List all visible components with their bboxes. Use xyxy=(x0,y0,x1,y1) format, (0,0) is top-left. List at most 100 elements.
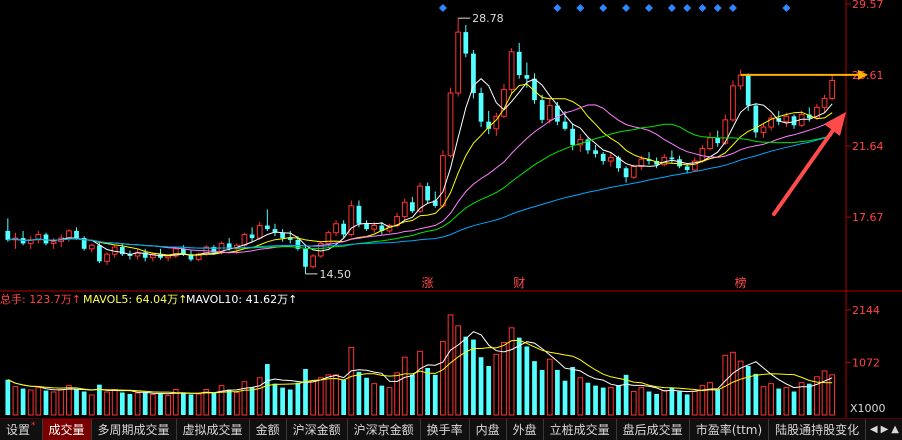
candle-body-down xyxy=(356,205,362,224)
high-price-label: 28.78 xyxy=(472,12,504,25)
tab-5[interactable]: 沪深金额 xyxy=(287,419,348,440)
event-label: 涨 xyxy=(422,275,434,290)
volume-bar-up xyxy=(661,390,668,416)
event-label: 榜 xyxy=(735,275,747,290)
volume-bar-down xyxy=(356,371,362,415)
ma10-line xyxy=(7,83,833,256)
volume-bar-down xyxy=(524,346,530,415)
candle-body-down xyxy=(341,223,347,235)
tab-12[interactable]: 市盈率(ttm) xyxy=(690,419,770,440)
volume-bar-down xyxy=(425,367,430,415)
candle-body-up xyxy=(607,156,614,162)
candle-body-up xyxy=(165,255,171,259)
volume-bar-up xyxy=(218,385,225,416)
volume-bar-up xyxy=(195,393,202,416)
volume-bar-up xyxy=(386,387,393,416)
volume-bar-up xyxy=(455,325,462,416)
volume-bar-down xyxy=(776,388,782,415)
volume-bar-up xyxy=(417,350,423,416)
candle-body-down xyxy=(43,234,49,244)
volume-bar-down xyxy=(570,367,576,415)
candle-body-down xyxy=(539,100,545,120)
volume-bar-down xyxy=(379,385,385,415)
candle-body-up xyxy=(783,115,790,123)
candle-body-up xyxy=(760,126,767,133)
volume-bar-down xyxy=(654,393,659,415)
volume-bar-up xyxy=(546,358,553,416)
volume-bar-down xyxy=(20,388,26,415)
candle-body-down xyxy=(600,153,606,162)
candle-body-down xyxy=(364,223,369,230)
volume-bar-down xyxy=(600,387,606,415)
volume-bar-down xyxy=(646,391,652,415)
volume-bar-down xyxy=(593,385,598,415)
kline-chart[interactable]: 29.5725.6121.6417.6721441072X1000 28.781… xyxy=(0,0,902,418)
volume-bar-down xyxy=(677,391,682,415)
candle-body-up xyxy=(333,223,339,234)
tab-1[interactable]: 成交量 xyxy=(42,419,92,440)
candle-body-up xyxy=(821,97,828,108)
tab-label: 金额 xyxy=(255,423,280,437)
volume-bar-up xyxy=(88,394,95,416)
volume-bar-up xyxy=(165,394,171,416)
volume-bar-down xyxy=(249,387,255,415)
event-marker-icon xyxy=(644,4,653,12)
tab-label: 设置 xyxy=(6,423,31,437)
candle-body-down xyxy=(593,150,598,154)
volume-bar-down xyxy=(287,389,293,415)
volume-bar-down xyxy=(585,382,591,415)
tab-3[interactable]: 虚拟成交量 xyxy=(177,419,250,440)
volume-bar-down xyxy=(303,368,308,415)
tab-10[interactable]: 立桩成交量 xyxy=(544,419,617,440)
event-marker-icon xyxy=(438,4,447,12)
candle-body-down xyxy=(623,168,629,178)
volume-bar-down xyxy=(516,337,522,415)
candle-body-up xyxy=(50,241,57,244)
tab-label: 立桩成交量 xyxy=(549,423,610,437)
volume-bar-up xyxy=(493,353,500,416)
volume-bar-down xyxy=(478,357,484,415)
volume-bar-up xyxy=(401,356,408,416)
scroll-right-icon[interactable]: ▶ xyxy=(881,424,889,435)
volume-bar-up xyxy=(256,377,263,416)
tab-8[interactable]: 内盘 xyxy=(470,419,507,440)
volume-bar-down xyxy=(74,389,79,415)
tab-7[interactable]: 换手率 xyxy=(421,419,470,440)
tab-2[interactable]: 多周期成交量 xyxy=(92,419,177,440)
red-arrow-shaft xyxy=(772,124,838,216)
volume-bar-down xyxy=(5,379,11,415)
tab-label: 沪深金额 xyxy=(292,423,341,437)
candle-body-up xyxy=(730,85,736,121)
volume-bar-up xyxy=(760,386,767,416)
tab-6[interactable]: 沪深京金额 xyxy=(348,419,421,440)
volume-bar-down xyxy=(280,387,285,415)
indicator-tab-bar: 设置 * 成交量 多周期成交量 虚拟成交量 金额 沪深金额 沪深京金额 换手率 内盘 外盘 立桩成交量… xyxy=(0,418,902,440)
candle-body-down xyxy=(74,230,79,239)
tab-11[interactable]: 盘后成交量 xyxy=(617,419,690,440)
tab-0[interactable]: 设置 * xyxy=(0,419,43,440)
candle-body-down xyxy=(287,238,293,240)
volume-bar-up xyxy=(66,385,72,416)
volume-bar-up xyxy=(394,372,400,416)
candle-body-down xyxy=(745,75,751,106)
moving-average-lines xyxy=(7,78,833,257)
tab-label: 沪深京金额 xyxy=(353,423,414,437)
scroll-left-icon[interactable]: ◀ xyxy=(870,424,878,435)
tab-13[interactable]: 陆股通持股变化 xyxy=(769,419,867,440)
candle-body-down xyxy=(471,53,476,94)
mavol10-legend: MAVOL10: 41.62万↑ xyxy=(186,293,297,306)
tab-4[interactable]: 金额 xyxy=(250,419,287,440)
event-marker-icon xyxy=(713,4,722,12)
candle-body-down xyxy=(570,128,576,145)
volume-bar-up xyxy=(348,346,355,416)
chart-labels: 总手: 123.7万↑ MAVOL5: 64.04万↑MAVOL10: 41.62… xyxy=(0,292,297,306)
volume-bar-down xyxy=(341,379,347,415)
volume-bar-down xyxy=(791,391,797,415)
event-markers xyxy=(438,4,791,12)
volume-bar-down xyxy=(295,382,301,415)
tab-9[interactable]: 外盘 xyxy=(507,419,544,440)
event-marker-icon xyxy=(599,4,608,12)
expand-icon[interactable]: ▲ xyxy=(891,424,899,435)
mavol5-legend: MAVOL5: 64.04万↑ xyxy=(83,293,187,306)
candle-body-down xyxy=(249,234,255,239)
